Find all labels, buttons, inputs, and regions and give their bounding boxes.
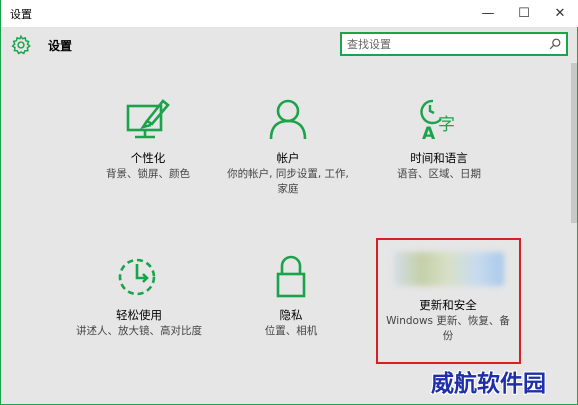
search-box[interactable] bbox=[340, 32, 568, 56]
scrollbar[interactable] bbox=[571, 63, 577, 223]
settings-window: 设置 — ☐ ✕ 设置 查找设置 个性化 背景、锁屏、颜色 帐户 你的帐户, 同… bbox=[0, 0, 578, 405]
privacy-icon bbox=[276, 255, 306, 298]
search-input[interactable] bbox=[342, 37, 538, 51]
search-icon[interactable] bbox=[548, 37, 562, 51]
tile-desc: 你的帐户, 同步设置, 工作, 家庭 bbox=[227, 168, 349, 195]
svg-text:字: 字 bbox=[438, 115, 455, 135]
time-language-icon: A 字 bbox=[420, 99, 455, 141]
tile-desc: 语音、区域、日期 bbox=[397, 168, 481, 180]
tile-ease-of-access[interactable]: 轻松使用 讲述人、放大镜、高对比度 bbox=[69, 254, 209, 339]
watermark: 威航软件园 bbox=[431, 370, 546, 397]
window-title: 设置 bbox=[10, 8, 32, 21]
tile-desc: 位置、相机 bbox=[264, 325, 318, 337]
maximize-icon: ☐ bbox=[518, 6, 530, 21]
account-icon bbox=[269, 99, 307, 140]
tile-name: 轻松使用 bbox=[116, 308, 162, 322]
highlight-box bbox=[376, 238, 521, 364]
tile-time-language[interactable]: A 字 时间和语言 语音、区域、日期 bbox=[369, 97, 509, 182]
minimize-icon: — bbox=[481, 6, 495, 21]
svg-text:A: A bbox=[422, 124, 436, 141]
ease-of-access-icon bbox=[118, 258, 156, 296]
tile-privacy[interactable]: 隐私 位置、相机 bbox=[221, 254, 361, 339]
page-title: 设置 bbox=[48, 39, 73, 53]
settings-header: 设置 bbox=[1, 27, 578, 63]
tile-personalization[interactable]: 个性化 背景、锁屏、颜色 bbox=[78, 97, 218, 182]
tile-name: 时间和语言 bbox=[410, 151, 468, 165]
gear-icon bbox=[11, 34, 31, 55]
minimize-button[interactable]: — bbox=[471, 0, 505, 27]
close-icon: ✕ bbox=[554, 6, 566, 21]
close-button[interactable]: ✕ bbox=[543, 0, 577, 27]
maximize-button[interactable]: ☐ bbox=[507, 0, 541, 27]
personalization-icon bbox=[126, 99, 170, 139]
tile-desc: 讲述人、放大镜、高对比度 bbox=[76, 325, 202, 337]
tile-accounts[interactable]: 帐户 你的帐户, 同步设置, 工作, 家庭 bbox=[218, 97, 358, 197]
tile-name: 隐私 bbox=[279, 308, 303, 322]
tile-name: 帐户 bbox=[276, 151, 300, 165]
tile-name: 个性化 bbox=[130, 151, 166, 165]
tile-desc: 背景、锁屏、颜色 bbox=[106, 168, 190, 180]
title-bar: 设置 — ☐ ✕ bbox=[1, 0, 578, 27]
